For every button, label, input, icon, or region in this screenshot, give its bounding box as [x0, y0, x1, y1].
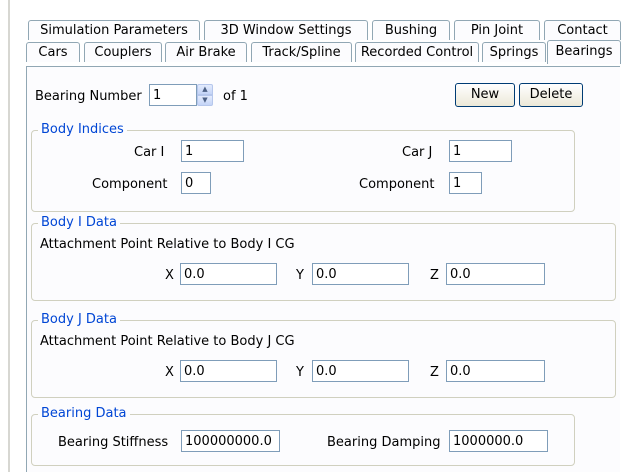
body-j-attachment-caption: Attachment Point Relative to Body J CG	[40, 334, 295, 349]
delete-button[interactable]: Delete	[519, 83, 583, 107]
body-j-z-label: Z	[430, 365, 439, 380]
bearing-count-label: of 1	[223, 89, 248, 104]
bearing-stiffness-input[interactable]	[181, 430, 280, 452]
tab-cars[interactable]: Cars	[26, 42, 80, 62]
bearing-number-input[interactable]	[149, 84, 197, 106]
component-j-input[interactable]	[449, 172, 482, 194]
body-i-data-title: Body I Data	[38, 215, 120, 230]
tab-recorded-control[interactable]: Recorded Control	[355, 42, 479, 62]
body-j-y-label: Y	[296, 365, 304, 380]
body-i-z-label: Z	[430, 268, 439, 283]
body-i-data-group: Body I Data Attachment Point Relative to…	[31, 215, 616, 301]
body-i-y-input[interactable]	[312, 263, 409, 285]
tab-pin-joint[interactable]: Pin Joint	[454, 20, 540, 40]
body-j-z-input[interactable]	[446, 360, 545, 382]
spinner-down-icon[interactable]: ▼	[197, 95, 213, 106]
bearing-stiffness-label: Bearing Stiffness	[58, 435, 169, 450]
tab-track-spline[interactable]: Track/Spline	[251, 42, 352, 62]
body-i-attachment-caption: Attachment Point Relative to Body I CG	[40, 237, 295, 252]
body-j-x-label: X	[165, 365, 174, 380]
component-i-label: Component	[92, 177, 168, 192]
bearing-damping-input[interactable]	[449, 430, 548, 452]
body-indices-title: Body Indices	[38, 122, 127, 137]
body-j-x-input[interactable]	[180, 360, 277, 382]
bearing-data-group: Bearing Data Bearing Stiffness Bearing D…	[31, 406, 575, 466]
tab-couplers[interactable]: Couplers	[84, 42, 162, 62]
body-i-y-label: Y	[296, 268, 304, 283]
body-j-y-input[interactable]	[312, 360, 409, 382]
body-j-data-title: Body J Data	[38, 312, 120, 327]
tab-springs[interactable]: Springs	[482, 42, 546, 62]
car-i-input[interactable]	[181, 140, 244, 162]
body-i-x-label: X	[165, 268, 174, 283]
tab-contact[interactable]: Contact	[544, 20, 621, 40]
car-j-label: Car J	[402, 145, 433, 160]
component-i-input[interactable]	[181, 172, 211, 194]
bearing-number-spinner[interactable]: ▲ ▼	[197, 84, 213, 106]
spinner-up-icon[interactable]: ▲	[197, 84, 213, 95]
bearings-panel: Bearing Number ▲ ▼ of 1 New Delete Body …	[26, 66, 620, 472]
car-i-label: Car I	[134, 145, 165, 160]
body-indices-group: Body Indices Car I Car J Component Compo…	[31, 122, 575, 212]
tab-bearings[interactable]: Bearings	[547, 40, 621, 64]
tab-bushing[interactable]: Bushing	[372, 20, 450, 40]
window-left-edge	[0, 0, 11, 472]
car-j-input[interactable]	[449, 140, 512, 162]
bearing-data-title: Bearing Data	[38, 406, 130, 421]
tab-air-brake[interactable]: Air Brake	[165, 42, 247, 62]
body-i-z-input[interactable]	[446, 263, 545, 285]
body-i-x-input[interactable]	[180, 263, 277, 285]
bearing-damping-label: Bearing Damping	[327, 435, 441, 450]
tab-simulation-parameters[interactable]: Simulation Parameters	[28, 20, 200, 40]
new-button[interactable]: New	[455, 83, 515, 107]
component-j-label: Component	[359, 177, 435, 192]
tab-3d-window-settings[interactable]: 3D Window Settings	[204, 20, 368, 40]
bearing-number-label: Bearing Number	[35, 89, 142, 104]
body-j-data-group: Body J Data Attachment Point Relative to…	[31, 312, 616, 398]
